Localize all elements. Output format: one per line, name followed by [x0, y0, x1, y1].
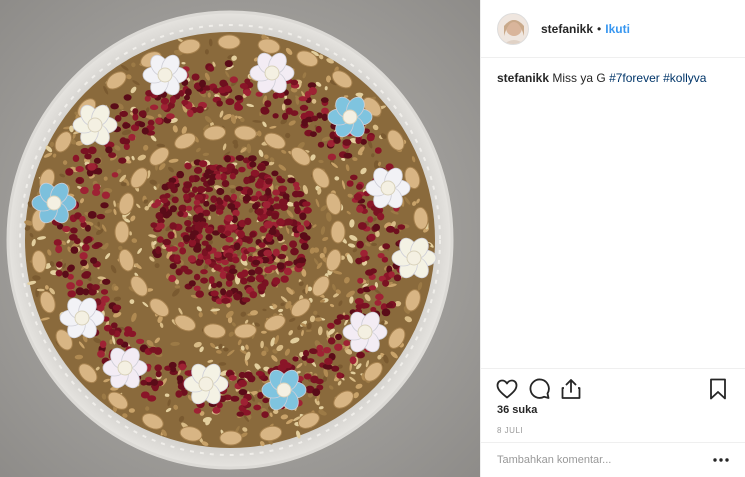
caption-text: Miss ya G	[552, 71, 606, 85]
caption-username[interactable]: stefanikk	[497, 71, 549, 85]
likes-count[interactable]: 36 suka	[497, 404, 537, 416]
hashtag-link[interactable]: #7forever	[609, 71, 660, 85]
instagram-post: stefanikk • Ikuti stefanikk Miss ya G #7…	[0, 0, 745, 477]
post-photo[interactable]	[0, 0, 480, 477]
post-sidebar: stefanikk • Ikuti stefanikk Miss ya G #7…	[480, 0, 745, 477]
like-button[interactable]	[495, 377, 519, 401]
post-header: stefanikk • Ikuti	[481, 0, 745, 58]
comment-input[interactable]	[497, 451, 697, 469]
separator-dot: •	[597, 21, 602, 36]
avatar[interactable]	[497, 12, 529, 45]
comment-box	[481, 442, 745, 477]
more-options-button[interactable]	[711, 451, 731, 469]
share-icon	[561, 379, 581, 399]
kollyva-dish-photo	[0, 0, 480, 477]
comment-button[interactable]	[527, 377, 551, 401]
share-button[interactable]	[559, 377, 583, 401]
post-caption: stefanikk Miss ya G #7forever #kollyva	[481, 58, 745, 86]
bookmark-icon	[710, 378, 726, 400]
follow-button[interactable]: Ikuti	[605, 22, 630, 36]
action-bar	[481, 368, 745, 408]
more-options-icon	[713, 458, 729, 462]
header-username[interactable]: stefanikk	[541, 22, 593, 36]
heart-icon	[496, 379, 518, 399]
save-button[interactable]	[706, 377, 730, 401]
comment-icon	[529, 378, 550, 399]
hashtag-link[interactable]: #kollyva	[663, 71, 706, 85]
avatar-photo-icon	[498, 13, 528, 44]
post-date[interactable]: 8 JULI	[497, 426, 523, 435]
